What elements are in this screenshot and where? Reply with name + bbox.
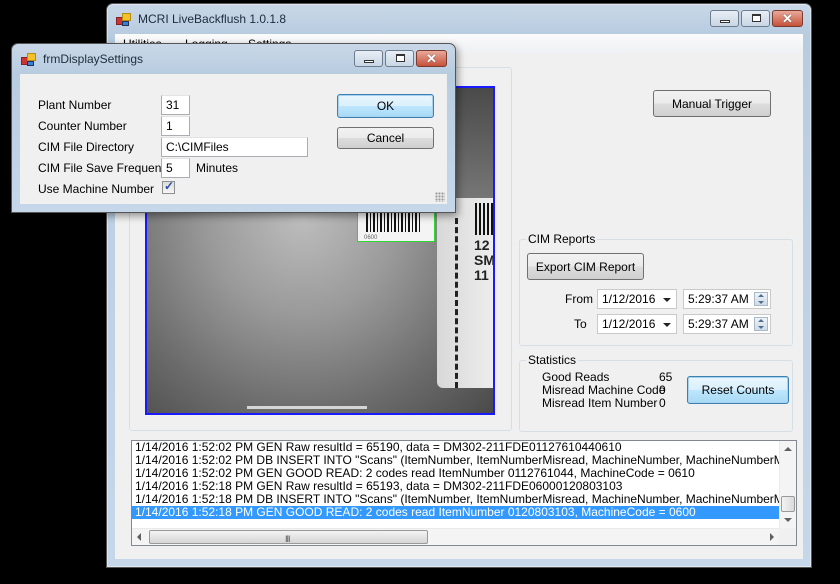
scroll-right-icon[interactable] <box>770 533 774 541</box>
use-machine-number-label: Use Machine Number <box>38 182 155 196</box>
cim-reports-groupbox: CIM Reports Export CIM Report From 1/12/… <box>519 232 793 346</box>
log-listbox[interactable]: 1/14/2016 1:52:02 PM GEN Raw resultId = … <box>131 440 797 546</box>
minimize-icon <box>720 20 730 23</box>
cim-file-directory-label: CIM File Directory <box>38 140 135 154</box>
close-icon: ✕ <box>782 11 793 26</box>
dialog-maximize-button[interactable] <box>385 50 414 67</box>
misread-item-number-label: Misread Item Number <box>542 396 658 410</box>
dialog-client-area: Plant Number 31 Counter Number 1 CIM Fil… <box>20 74 447 204</box>
counter-number-input[interactable]: 1 <box>161 116 190 136</box>
plant-number-input[interactable]: 31 <box>161 95 190 115</box>
reset-counts-button[interactable]: Reset Counts <box>687 376 789 404</box>
cim-save-frequency-label: CIM File Save Frequency <box>38 161 174 175</box>
main-titlebar[interactable]: MCRI LiveBackflush 1.0.1.8 ✕ <box>107 4 811 34</box>
close-icon: ✕ <box>426 51 437 66</box>
cim-save-frequency-input[interactable]: 5 <box>161 158 190 178</box>
spinner-icon[interactable] <box>754 292 768 306</box>
statistics-groupbox: Statistics Good Reads 65 Misread Machine… <box>519 353 793 432</box>
from-time-picker[interactable]: 5:29:37 AM <box>683 289 771 309</box>
scroll-thumb[interactable] <box>781 496 795 512</box>
from-label: From <box>565 292 593 306</box>
misread-machine-code-value: 0 <box>659 383 666 397</box>
minutes-label: Minutes <box>196 161 239 175</box>
use-machine-number-checkbox[interactable] <box>162 179 175 194</box>
main-maximize-button[interactable] <box>741 10 770 27</box>
scroll-left-icon[interactable] <box>137 533 141 541</box>
dropdown-arrow-icon <box>663 298 671 302</box>
to-date-picker[interactable]: 1/12/2016 <box>597 314 677 334</box>
to-time-picker[interactable]: 5:29:37 AM <box>683 314 771 334</box>
manual-trigger-button[interactable]: Manual Trigger <box>653 90 771 117</box>
dropdown-arrow-icon <box>663 323 671 327</box>
cancel-button[interactable]: Cancel <box>337 127 434 149</box>
main-close-button[interactable]: ✕ <box>772 10 803 27</box>
scroll-down-icon[interactable] <box>784 518 792 522</box>
good-reads-value: 65 <box>659 370 673 384</box>
export-cim-report-button[interactable]: Export CIM Report <box>527 253 644 280</box>
log-vertical-scrollbar[interactable] <box>779 441 796 528</box>
log-lines: 1/14/2016 1:52:02 PM GEN Raw resultId = … <box>132 441 779 528</box>
detected-barcode-box: 0600 <box>357 208 435 242</box>
main-window-title: MCRI LiveBackflush 1.0.1.8 <box>138 12 287 26</box>
dialog-title: frmDisplaySettings <box>43 52 144 66</box>
app-icon <box>116 13 132 27</box>
resize-grip-icon[interactable] <box>435 192 445 202</box>
from-date-picker[interactable]: 1/12/2016 <box>597 289 677 309</box>
main-minimize-button[interactable] <box>710 10 739 27</box>
scroll-thumb[interactable]: III <box>149 530 428 544</box>
to-label: To <box>574 317 587 331</box>
scroll-up-icon[interactable] <box>784 447 792 451</box>
log-line[interactable]: 1/14/2016 1:52:18 PM GEN GOOD READ: 2 co… <box>132 506 779 519</box>
maximize-icon <box>752 14 761 22</box>
maximize-icon <box>396 54 405 62</box>
counter-number-label: Counter Number <box>38 119 127 133</box>
dialog-close-button[interactable]: ✕ <box>416 50 447 67</box>
statistics-label: Statistics <box>526 353 579 367</box>
misread-item-number-value: 0 <box>659 396 666 410</box>
cim-reports-label: CIM Reports <box>526 232 598 246</box>
minimize-icon <box>364 60 374 63</box>
ok-button[interactable]: OK <box>337 94 434 118</box>
cim-file-directory-input[interactable]: C:\CIMFiles <box>161 137 308 157</box>
plant-number-label: Plant Number <box>38 98 112 112</box>
dialog-titlebar[interactable]: frmDisplaySettings ✕ <box>12 44 455 74</box>
misread-machine-code-label: Misread Machine Code <box>542 383 666 397</box>
app-icon <box>21 53 37 67</box>
good-reads-label: Good Reads <box>542 370 610 384</box>
spinner-icon[interactable] <box>754 317 768 331</box>
log-horizontal-scrollbar[interactable]: III <box>132 528 779 545</box>
dialog-minimize-button[interactable] <box>354 50 383 67</box>
display-settings-dialog: frmDisplaySettings ✕ Plant Number 31 Cou… <box>11 43 456 213</box>
